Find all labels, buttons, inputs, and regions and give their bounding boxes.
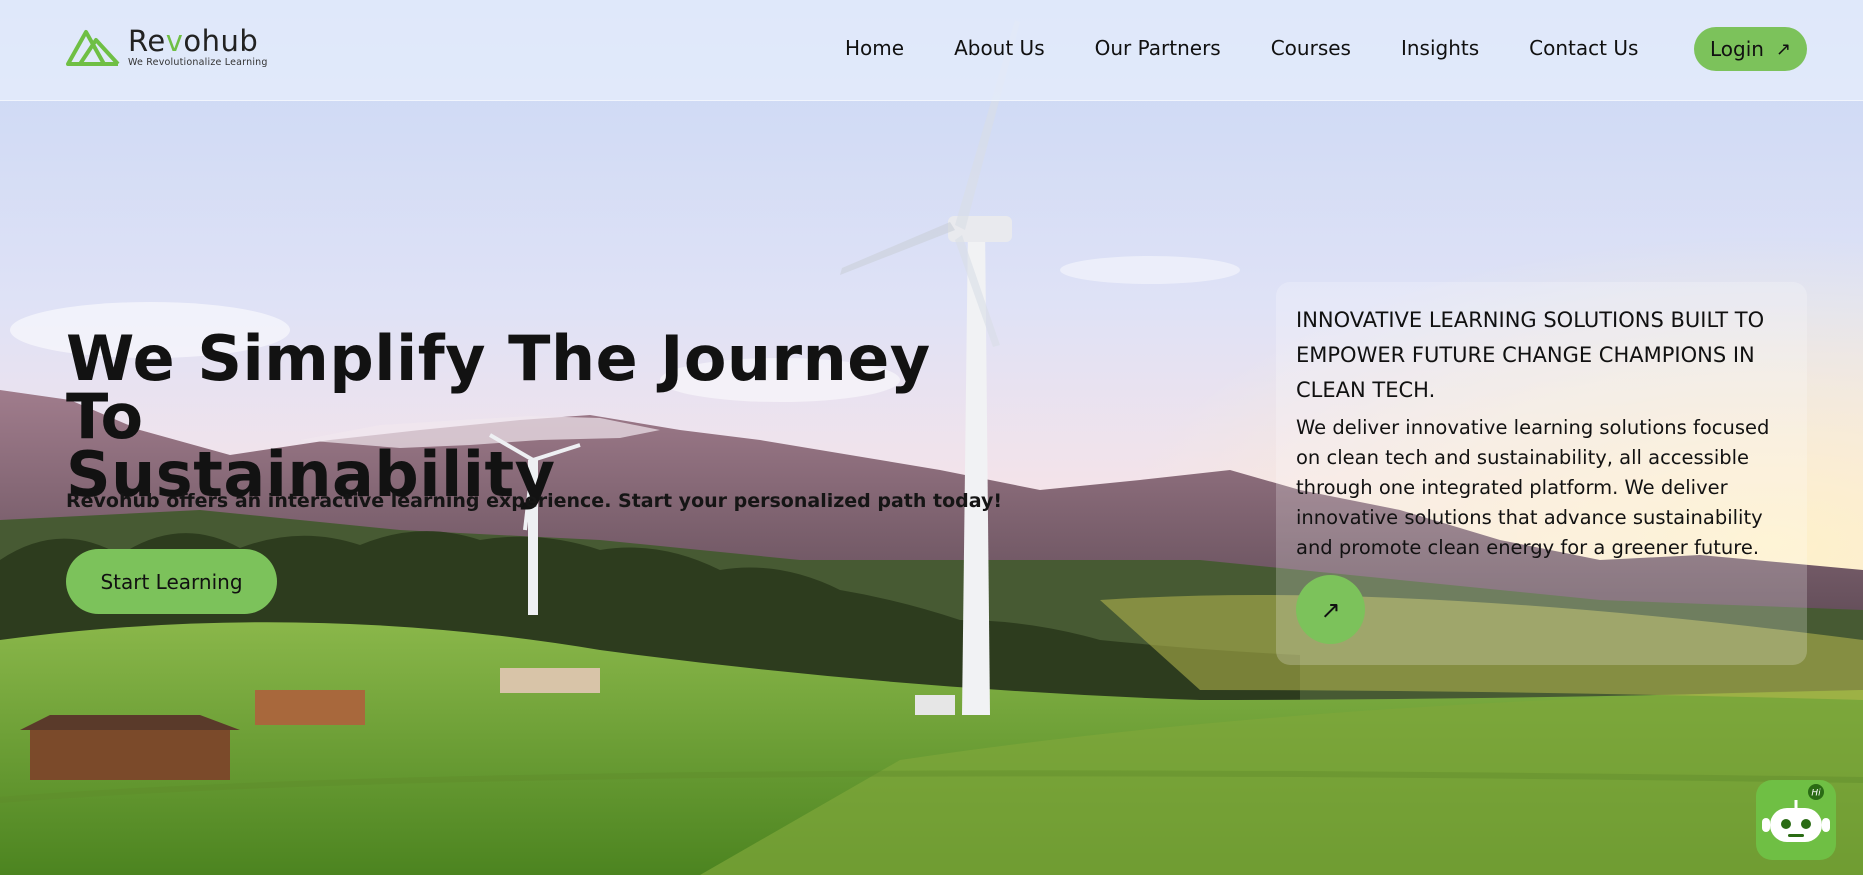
hero-title-line1: We Simplify The Journey To	[66, 322, 931, 453]
login-button[interactable]: Login ↗	[1694, 27, 1807, 71]
hero-subtitle: Revohub offers an interactive learning e…	[66, 490, 1003, 512]
nav-about-us[interactable]: About Us	[954, 36, 1045, 60]
hero-title: We Simplify The Journey To Sustainabilit…	[66, 328, 966, 506]
main-nav: Home About Us Our Partners Courses Insig…	[845, 36, 1688, 60]
nav-home[interactable]: Home	[845, 36, 904, 60]
chatbot-badge: Hi	[1811, 789, 1821, 799]
logo-mountain-icon	[66, 30, 120, 66]
info-card-title: INNOVATIVE LEARNING SOLUTIONS BUILT TO E…	[1296, 308, 1765, 402]
nav-contact-us[interactable]: Contact Us	[1529, 36, 1638, 60]
login-label: Login	[1709, 37, 1764, 61]
start-learning-button[interactable]: Start Learning	[66, 549, 277, 614]
info-card-arrow-button[interactable]: ↗	[1296, 575, 1365, 644]
site-header: Revohub We Revolutionalize Learning Home…	[0, 0, 1863, 101]
nav-courses[interactable]: Courses	[1271, 36, 1351, 60]
info-card: INNOVATIVE LEARNING SOLUTIONS BUILT TO E…	[1276, 282, 1807, 665]
arrow-up-right-icon: ↗	[1775, 38, 1792, 60]
brand-name: Revohub	[128, 24, 259, 58]
revohub-logo[interactable]: Revohub We Revolutionalize Learning	[66, 26, 268, 68]
robot-icon: Hi	[1762, 784, 1830, 842]
nav-insights[interactable]: Insights	[1401, 36, 1479, 60]
chatbot-button[interactable]: Hi	[1756, 780, 1836, 860]
brand-tagline: We Revolutionalize Learning	[128, 57, 268, 68]
start-learning-label: Start Learning	[100, 569, 243, 594]
nav-our-partners[interactable]: Our Partners	[1095, 36, 1221, 60]
arrow-up-right-icon: ↗	[1320, 595, 1341, 624]
info-card-body: We deliver innovative learning solutions…	[1296, 416, 1770, 559]
